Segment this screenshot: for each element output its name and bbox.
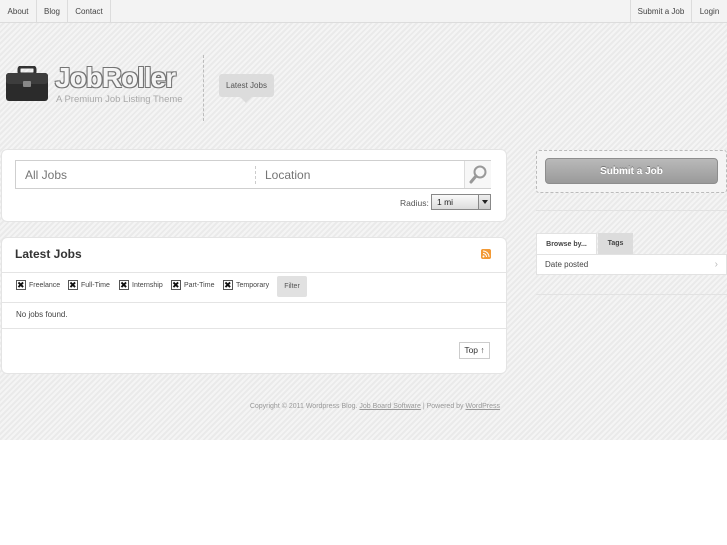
footer: Copyright © 2011 Wordpress Blog. Job Boa… xyxy=(0,403,500,410)
browse-item-date-posted[interactable]: Date posted xyxy=(545,260,588,269)
no-jobs-message: No jobs found. xyxy=(16,310,68,319)
tab-browse-by[interactable]: Browse by... xyxy=(536,233,597,254)
divider xyxy=(1,272,506,273)
checkbox-internship[interactable] xyxy=(119,280,129,290)
checkbox-freelance[interactable] xyxy=(16,280,26,290)
divider xyxy=(1,328,506,329)
latest-jobs-heading: Latest Jobs xyxy=(15,247,82,261)
checkbox-full-time[interactable] xyxy=(68,280,78,290)
footer-job-board-link[interactable]: Job Board Software xyxy=(359,403,420,410)
browse-list: Date posted › xyxy=(536,254,727,275)
back-to-top-button[interactable]: Top ↑ xyxy=(459,342,490,359)
checkbox-temporary[interactable] xyxy=(223,280,233,290)
filter-label: Part-Time xyxy=(184,281,215,289)
footer-separator: | Powered by xyxy=(420,403,466,410)
filter-label: Internship xyxy=(132,281,163,289)
chevron-right-icon: › xyxy=(714,259,718,270)
divider xyxy=(1,302,506,303)
radius-select[interactable]: 1 mi xyxy=(431,194,491,210)
site-tagline: A Premium Job Listing Theme xyxy=(56,94,183,105)
nav-submit-job-link[interactable]: Submit a Job xyxy=(630,0,691,23)
filter-temporary[interactable]: Temporary xyxy=(223,280,269,292)
filter-button[interactable]: Filter xyxy=(277,276,307,297)
filter-internship[interactable]: Internship xyxy=(119,280,163,292)
nav-login-link[interactable]: Login xyxy=(691,0,727,23)
keywords-input[interactable] xyxy=(16,161,254,188)
rss-icon[interactable] xyxy=(481,249,491,259)
magnifier-icon xyxy=(469,165,487,184)
filter-freelance[interactable]: Freelance xyxy=(16,280,60,292)
nav-about-link[interactable]: About xyxy=(0,0,37,23)
sidebar-divider xyxy=(536,294,727,295)
search-box xyxy=(15,160,491,189)
nav-blog-link[interactable]: Blog xyxy=(37,0,68,23)
latest-jobs-tab[interactable]: Latest Jobs xyxy=(219,74,274,97)
site-title[interactable]: JobRoller xyxy=(55,62,176,94)
submit-job-box: Submit a Job xyxy=(536,150,727,193)
search-button[interactable] xyxy=(464,161,491,188)
filter-label: Freelance xyxy=(29,281,61,289)
checkbox-part-time[interactable] xyxy=(171,280,181,290)
briefcase-icon[interactable] xyxy=(5,66,49,102)
submit-job-button[interactable]: Submit a Job xyxy=(545,158,718,184)
tab-tags[interactable]: Tags xyxy=(598,233,633,254)
radius-label: Radius: xyxy=(400,198,429,208)
radius-value: 1 mi xyxy=(437,197,454,207)
location-input[interactable] xyxy=(256,161,462,188)
chevron-down-icon xyxy=(478,195,490,209)
top-nav: About Blog Contact Submit a Job Login xyxy=(0,0,727,23)
footer-wordpress-link[interactable]: WordPress xyxy=(466,403,501,410)
nav-contact-link[interactable]: Contact xyxy=(68,0,111,23)
header-divider xyxy=(203,55,204,121)
filter-part-time[interactable]: Part-Time xyxy=(171,280,214,292)
sidebar-divider xyxy=(536,210,727,211)
filter-label: Full-Time xyxy=(81,281,110,289)
tab-pointer xyxy=(240,97,252,103)
filter-full-time[interactable]: Full-Time xyxy=(68,280,110,292)
footer-copyright: Copyright © 2011 Wordpress Blog. xyxy=(249,403,360,410)
filter-label: Temporary xyxy=(236,281,270,289)
